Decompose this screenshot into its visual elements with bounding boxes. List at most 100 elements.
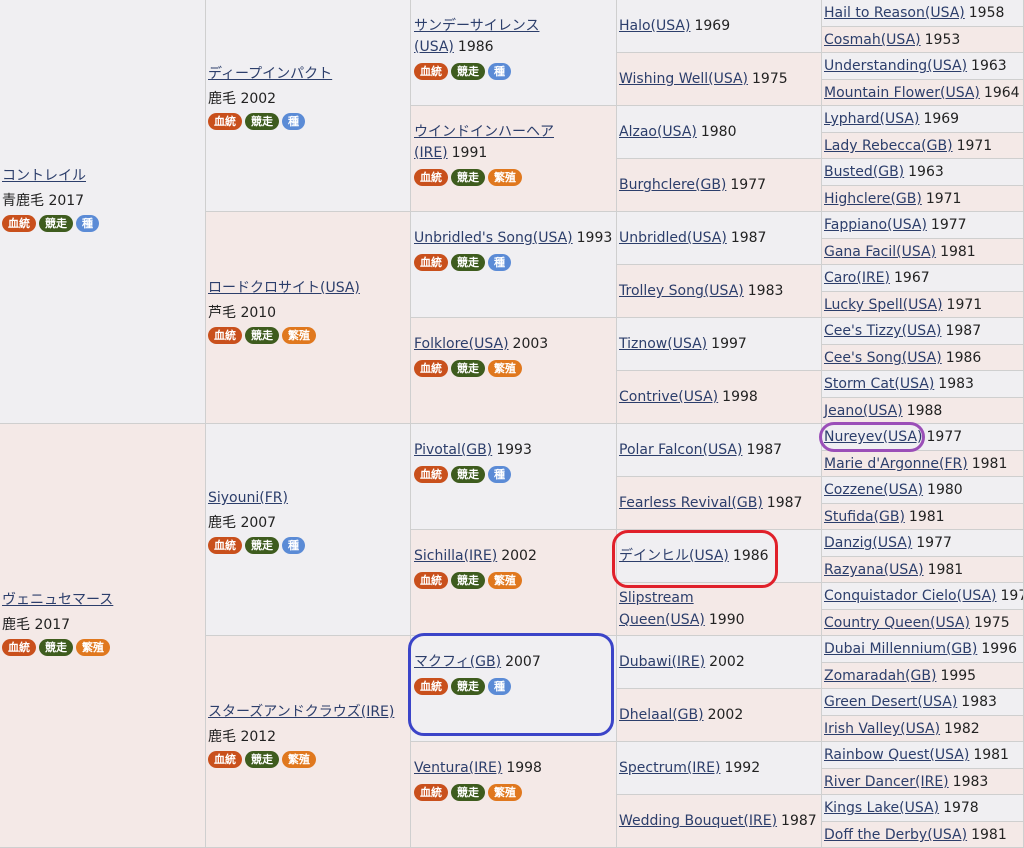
horse-name-link[interactable]: Nureyev(USA)	[824, 429, 923, 445]
badge-ketto[interactable]: 血統	[414, 169, 448, 186]
badge-kyoso[interactable]: 競走	[451, 169, 485, 186]
badge-hansyoku[interactable]: 繁殖	[488, 572, 522, 589]
badge-ketto[interactable]: 血統	[208, 751, 242, 768]
horse-name-link[interactable]: Marie d'Argonne(FR)	[824, 456, 968, 472]
horse-name-link[interactable]: Stufida(GB)	[824, 509, 905, 525]
badge-kyoso[interactable]: 競走	[245, 113, 279, 130]
horse-name-link[interactable]: Cosmah(USA)	[824, 32, 921, 48]
badge-ketto[interactable]: 血統	[2, 215, 36, 232]
horse-name-link[interactable]: River Dancer(IRE)	[824, 774, 949, 790]
badge-ketto[interactable]: 血統	[414, 360, 448, 377]
badge-kyoso[interactable]: 競走	[451, 360, 485, 377]
horse-name-link[interactable]: Alzao(USA)	[619, 124, 697, 140]
badge-kyoso[interactable]: 競走	[245, 751, 279, 768]
badge-kyoso[interactable]: 競走	[451, 572, 485, 589]
horse-name-link[interactable]: Fearless Revival(GB)	[619, 495, 763, 511]
horse-name-link[interactable]: Doff the Derby(USA)	[824, 827, 967, 843]
horse-name-link[interactable]: Danzig(USA)	[824, 535, 912, 551]
horse-name-link[interactable]: Razyana(USA)	[824, 562, 924, 578]
horse-name-link[interactable]: Lyphard(USA)	[824, 111, 919, 127]
badge-kyoso[interactable]: 競走	[451, 254, 485, 271]
badge-kyoso[interactable]: 競走	[39, 639, 73, 656]
horse-name-link[interactable]: Cozzene(USA)	[824, 482, 923, 498]
horse-name-link[interactable]: Unbridled(USA)	[619, 230, 727, 246]
horse-name-link[interactable]: Slipstream Queen(USA)	[619, 590, 705, 628]
badge-tane[interactable]: 種	[488, 63, 511, 80]
horse-name-link[interactable]: Cee's Song(USA)	[824, 350, 942, 366]
badge-ketto[interactable]: 血統	[414, 784, 448, 801]
horse-name-link[interactable]: マクフィ(GB)	[414, 654, 501, 670]
horse-name-link[interactable]: Jeano(USA)	[824, 403, 903, 419]
horse-name-link[interactable]: Storm Cat(USA)	[824, 376, 934, 392]
horse-name-link[interactable]: スターズアンドクラウズ(IRE)	[208, 704, 394, 720]
horse-name-link[interactable]: Pivotal(GB)	[414, 442, 492, 458]
horse-name-link[interactable]: Busted(GB)	[824, 164, 904, 180]
horse-name-link[interactable]: Rainbow Quest(USA)	[824, 747, 969, 763]
horse-name-link[interactable]: Lady Rebecca(GB)	[824, 138, 953, 154]
badge-kyoso[interactable]: 競走	[451, 784, 485, 801]
badge-kyoso[interactable]: 競走	[451, 678, 485, 695]
horse-name-link[interactable]: Fappiano(USA)	[824, 217, 927, 233]
horse-name-link[interactable]: Folklore(USA)	[414, 336, 509, 352]
horse-name-link[interactable]: Contrive(USA)	[619, 389, 718, 405]
badge-ketto[interactable]: 血統	[2, 639, 36, 656]
badge-ketto[interactable]: 血統	[414, 572, 448, 589]
horse-name-link[interactable]: Sichilla(IRE)	[414, 548, 497, 564]
badge-kyoso[interactable]: 競走	[451, 63, 485, 80]
horse-name-link[interactable]: Country Queen(USA)	[824, 615, 970, 631]
horse-name-link[interactable]: Kings Lake(USA)	[824, 800, 939, 816]
horse-name-link[interactable]: Hail to Reason(USA)	[824, 5, 965, 21]
badge-tane[interactable]: 種	[488, 678, 511, 695]
horse-name-link[interactable]: Lucky Spell(USA)	[824, 297, 943, 313]
horse-name-link[interactable]: ヴェニュセマース	[2, 592, 113, 608]
badge-tane[interactable]: 種	[488, 466, 511, 483]
horse-name-link[interactable]: ロードクロサイト(USA)	[208, 280, 360, 296]
horse-name-link[interactable]: Halo(USA)	[619, 18, 690, 34]
horse-name-link[interactable]: Dhelaal(GB)	[619, 707, 704, 723]
badge-tane[interactable]: 種	[282, 113, 305, 130]
horse-name-link[interactable]: Wishing Well(USA)	[619, 71, 748, 87]
horse-name-link[interactable]: Dubawi(IRE)	[619, 654, 705, 670]
badge-hansyoku[interactable]: 繁殖	[488, 360, 522, 377]
badge-ketto[interactable]: 血統	[208, 113, 242, 130]
badge-hansyoku[interactable]: 繁殖	[282, 751, 316, 768]
badge-hansyoku[interactable]: 繁殖	[488, 169, 522, 186]
badge-kyoso[interactable]: 競走	[245, 537, 279, 554]
horse-name-link[interactable]: Green Desert(USA)	[824, 694, 957, 710]
horse-name-link[interactable]: Burghclere(GB)	[619, 177, 726, 193]
badge-ketto[interactable]: 血統	[414, 466, 448, 483]
badge-tane[interactable]: 種	[282, 537, 305, 554]
horse-name-link[interactable]: Mountain Flower(USA)	[824, 85, 980, 101]
badge-hansyoku[interactable]: 繁殖	[282, 327, 316, 344]
horse-name-link[interactable]: Siyouni(FR)	[208, 490, 288, 506]
horse-name-link[interactable]: Tiznow(USA)	[619, 336, 707, 352]
horse-name-link[interactable]: Gana Facil(USA)	[824, 244, 936, 260]
horse-name-link[interactable]: Highclere(GB)	[824, 191, 922, 207]
badge-tane[interactable]: 種	[488, 254, 511, 271]
horse-name-link[interactable]: Ventura(IRE)	[414, 760, 502, 776]
horse-name-link[interactable]: Unbridled's Song(USA)	[414, 230, 573, 246]
horse-name-link[interactable]: コントレイル	[2, 168, 86, 184]
horse-name-link[interactable]: Spectrum(IRE)	[619, 760, 720, 776]
horse-name-link[interactable]: Wedding Bouquet(IRE)	[619, 813, 777, 829]
horse-name-link[interactable]: ディープインパクト	[208, 66, 332, 82]
horse-name-link[interactable]: Understanding(USA)	[824, 58, 967, 74]
horse-name-link[interactable]: Irish Valley(USA)	[824, 721, 940, 737]
horse-name-link[interactable]: Dubai Millennium(GB)	[824, 641, 977, 657]
horse-name-link[interactable]: Polar Falcon(USA)	[619, 442, 742, 458]
badge-kyoso[interactable]: 競走	[451, 466, 485, 483]
horse-name-link[interactable]: Trolley Song(USA)	[619, 283, 744, 299]
horse-name-link[interactable]: Conquistador Cielo(USA)	[824, 588, 997, 604]
badge-ketto[interactable]: 血統	[414, 678, 448, 695]
badge-ketto[interactable]: 血統	[208, 327, 242, 344]
horse-name-link[interactable]: Cee's Tizzy(USA)	[824, 323, 941, 339]
badge-kyoso[interactable]: 競走	[39, 215, 73, 232]
badge-kyoso[interactable]: 競走	[245, 327, 279, 344]
badge-ketto[interactable]: 血統	[414, 254, 448, 271]
badge-hansyoku[interactable]: 繁殖	[76, 639, 110, 656]
horse-name-link[interactable]: デインヒル(USA)	[619, 548, 729, 564]
horse-name-link[interactable]: Caro(IRE)	[824, 270, 890, 286]
badge-ketto[interactable]: 血統	[208, 537, 242, 554]
horse-name-link[interactable]: Zomaradah(GB)	[824, 668, 936, 684]
badge-ketto[interactable]: 血統	[414, 63, 448, 80]
